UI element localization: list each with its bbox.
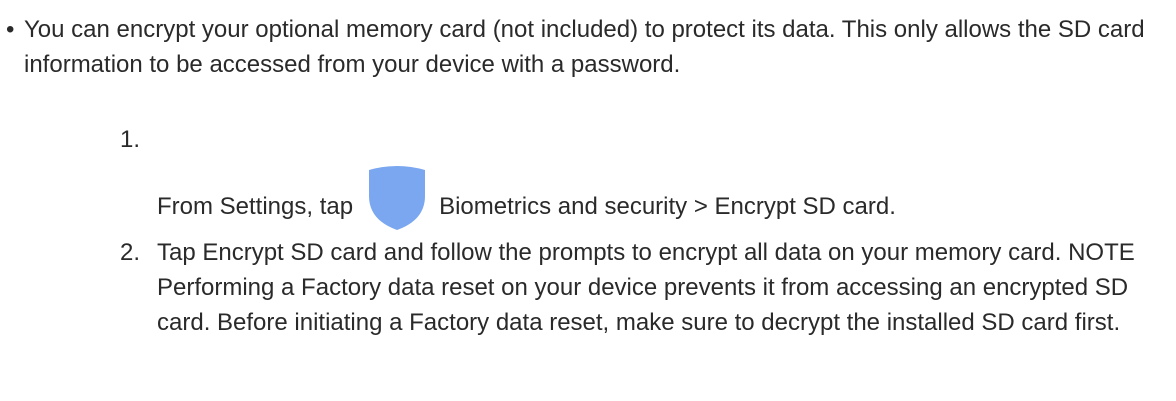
bullet-item: • You can encrypt your optional memory c…	[6, 12, 1166, 82]
step-1-number: 1.	[120, 126, 141, 153]
step-2-number: 2.	[120, 239, 141, 266]
step-1-text-before: From Settings, tap	[157, 192, 354, 220]
bullet-mark: •	[6, 16, 15, 43]
step-1-text-after: Biometrics and security > Encrypt SD car…	[439, 192, 896, 220]
step-1-text: From Settings, tap Biometrics and securi…	[157, 166, 896, 240]
step-2-text: Tap Encrypt SD card and follow the promp…	[157, 239, 1135, 336]
bullet-text: You can encrypt your optional memory car…	[24, 16, 1145, 78]
step-2: 2. Tap Encrypt SD card and follow the pr…	[120, 235, 1160, 340]
document-body: • You can encrypt your optional memory c…	[0, 0, 1176, 401]
shield-icon	[365, 164, 429, 232]
